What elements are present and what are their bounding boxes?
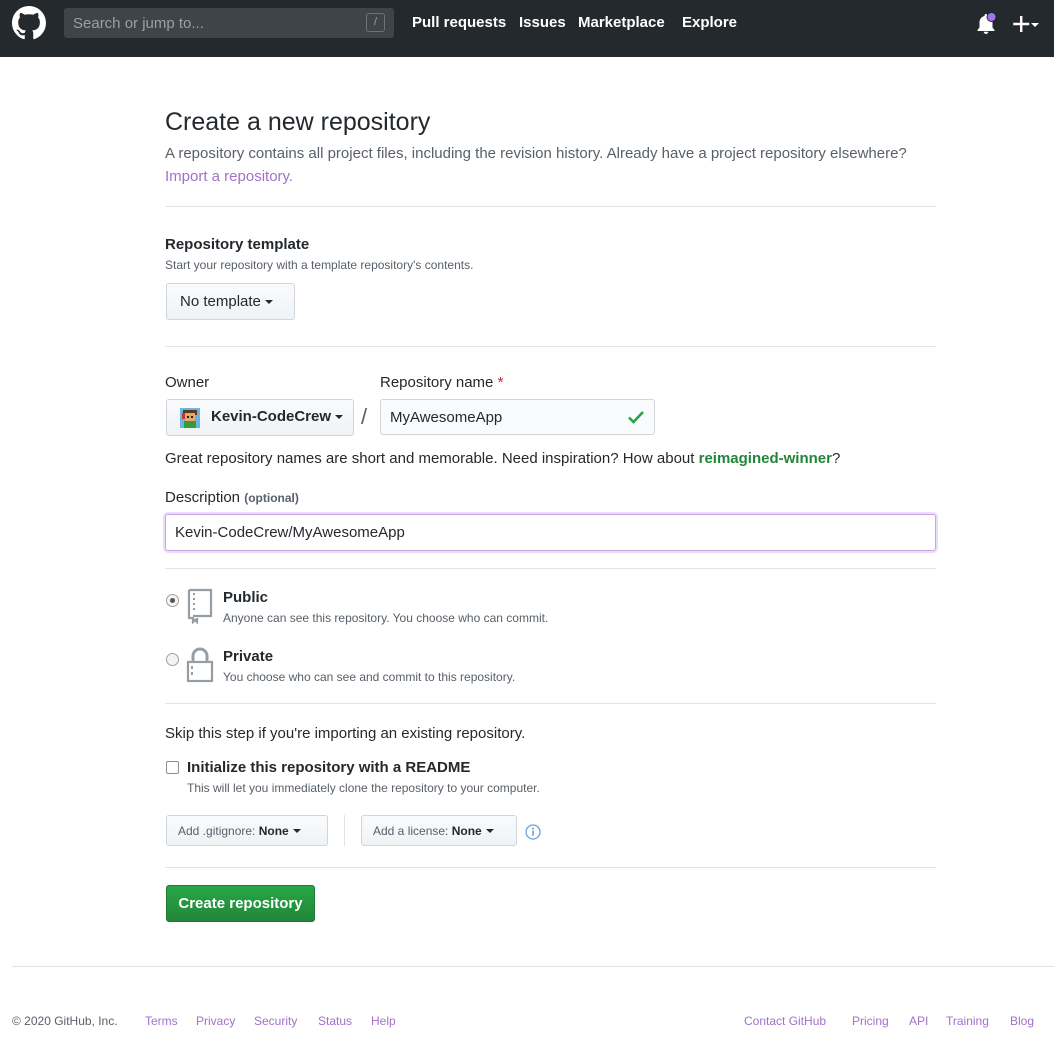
nav-issues[interactable]: Issues — [519, 14, 566, 31]
notification-dot — [986, 12, 997, 22]
optional-tag: (optional) — [244, 491, 299, 505]
divider — [165, 346, 936, 347]
divider — [165, 568, 936, 569]
template-dropdown-label: No template — [180, 293, 261, 310]
search-shortcut-key: / — [366, 13, 385, 32]
footer-link-contact[interactable]: Contact GitHub — [744, 1014, 826, 1028]
lock-icon — [186, 647, 214, 683]
template-dropdown-button[interactable]: No template — [166, 283, 295, 320]
gitignore-dropdown-button[interactable]: Add .gitignore: None — [166, 815, 328, 846]
readme-checkbox[interactable] — [166, 761, 179, 774]
owner-repo-separator: / — [361, 404, 368, 429]
footer-link-status[interactable]: Status — [318, 1014, 352, 1028]
template-label: Repository template — [165, 236, 310, 253]
nav-explore[interactable]: Explore — [682, 14, 737, 31]
description-label: Description (optional) — [165, 489, 299, 506]
bell-icon[interactable] — [975, 12, 997, 36]
chevron-down-icon — [335, 415, 344, 420]
footer-link-blog[interactable]: Blog — [1010, 1014, 1034, 1028]
private-title[interactable]: Private — [223, 648, 273, 665]
owner-name: Kevin-CodeCrew — [211, 408, 344, 425]
divider — [165, 206, 936, 207]
public-title[interactable]: Public — [223, 589, 268, 606]
create-repository-button[interactable]: Create repository — [166, 885, 315, 922]
page-title: Create a new repository — [165, 108, 431, 136]
footer-link-training[interactable]: Training — [946, 1014, 989, 1028]
avatar — [180, 408, 200, 428]
divider — [165, 703, 936, 704]
repo-name-input[interactable] — [380, 399, 655, 435]
chevron-down-icon — [292, 829, 301, 834]
nav-marketplace[interactable]: Marketplace — [578, 14, 665, 31]
nav-pull-requests[interactable]: Pull requests — [412, 14, 506, 31]
readme-desc: This will let you immediately clone the … — [187, 781, 540, 795]
footer-link-api[interactable]: API — [909, 1014, 928, 1028]
readme-label[interactable]: Initialize this repository with a README — [187, 759, 470, 776]
footer-link-terms[interactable]: Terms — [145, 1014, 178, 1028]
search-box[interactable]: / — [64, 8, 394, 38]
footer-divider — [12, 966, 1054, 967]
import-repository-link[interactable]: Import a repository. — [165, 168, 293, 185]
footer-link-security[interactable]: Security — [254, 1014, 297, 1028]
check-icon — [628, 411, 644, 424]
top-header: / Pull requests Issues Marketplace Explo… — [0, 0, 1054, 57]
chevron-down-icon — [485, 829, 494, 834]
github-logo-icon[interactable] — [12, 6, 46, 40]
public-radio[interactable] — [166, 594, 179, 607]
footer-link-pricing[interactable]: Pricing — [852, 1014, 889, 1028]
plus-icon[interactable] — [1010, 13, 1040, 35]
footer-link-privacy[interactable]: Privacy — [196, 1014, 235, 1028]
template-note: Start your repository with a template re… — [165, 258, 474, 272]
search-input[interactable] — [64, 8, 364, 38]
required-mark: * — [497, 374, 504, 391]
repo-name-label-text: Repository name — [380, 374, 494, 391]
private-desc: You choose who can see and commit to thi… — [223, 670, 516, 684]
repo-name-label: Repository name * — [380, 374, 503, 391]
skip-note: Skip this step if you're importing an ex… — [165, 725, 526, 742]
chevron-down-icon — [264, 300, 273, 305]
owner-dropdown-button[interactable]: Kevin-CodeCrew — [166, 399, 354, 436]
repo-name-hint: Great repository names are short and mem… — [165, 450, 841, 467]
description-input[interactable] — [165, 514, 936, 551]
info-icon[interactable] — [525, 824, 541, 840]
copyright: © 2020 GitHub, Inc. — [12, 1014, 118, 1028]
repo-book-icon — [187, 588, 213, 624]
license-dropdown-button[interactable]: Add a license: None — [361, 815, 517, 846]
public-desc: Anyone can see this repository. You choo… — [223, 611, 549, 625]
page-subtitle: A repository contains all project files,… — [165, 145, 907, 162]
owner-label: Owner — [165, 374, 210, 391]
button-separator — [344, 815, 345, 846]
name-suggestion-link[interactable]: reimagined-winner — [699, 450, 832, 467]
divider — [165, 867, 936, 868]
gitignore-value: None — [258, 823, 289, 838]
license-value: None — [451, 823, 482, 838]
footer-link-help[interactable]: Help — [371, 1014, 396, 1028]
private-radio[interactable] — [166, 653, 179, 666]
